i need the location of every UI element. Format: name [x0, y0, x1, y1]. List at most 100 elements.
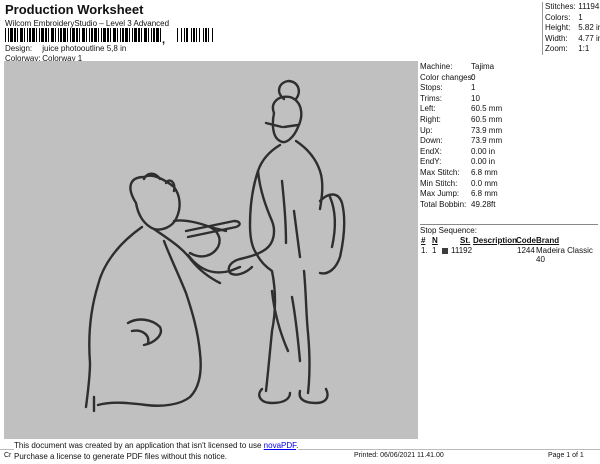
info-row-min-stitch: Min Stitch: 0.0 mm	[420, 178, 498, 188]
barcode-bar	[29, 28, 31, 42]
barcode-bar	[196, 28, 197, 42]
stop-sequence-table: # N St. Description Code Brand 1. 1 1119…	[421, 236, 597, 264]
stop-sequence-title: Stop Sequence:	[420, 224, 598, 235]
row-brand: Madeira Classic 40	[536, 246, 593, 264]
stat-stitches: Stitches: 11194	[545, 2, 600, 11]
barcode-bar	[120, 28, 121, 42]
page-title: Production Worksheet	[5, 2, 144, 17]
col-header-description: Description	[473, 236, 518, 245]
license-notice: This document was created by an applicat…	[14, 440, 299, 462]
barcode-bar	[17, 28, 18, 42]
info-row-color-changes: Color changes:0	[420, 72, 476, 82]
barcode-bar	[160, 28, 161, 42]
barcode-bar	[193, 28, 195, 42]
barcode-bar	[24, 28, 25, 42]
info-row-machine: Machine: Tajima	[420, 62, 495, 71]
info-row-endx: EndX: 0.00 in	[420, 146, 496, 156]
footer-left: Cr	[4, 452, 12, 459]
standing-figure	[227, 79, 346, 405]
barcode-bar	[110, 28, 111, 42]
table-row: 1. 1 11192 1244 Madeira Classic 40	[421, 246, 597, 264]
printed-date: Printed: 06/06/2021 11.41.00	[354, 452, 444, 459]
barcode-bar	[79, 28, 80, 42]
info-row-up: Up: 73.9 mm	[420, 125, 503, 135]
barcode-bar	[60, 28, 62, 42]
info-row-down: Down: 73.9 mm	[420, 136, 503, 146]
barcode-bar	[181, 28, 182, 42]
barcode-bar	[101, 28, 102, 42]
barcode-bar	[5, 28, 6, 42]
barcode-bar	[51, 28, 54, 42]
design-preview	[4, 61, 418, 439]
kneeling-figure	[84, 172, 242, 413]
row-n: 1	[432, 246, 437, 255]
barcode-bar	[125, 28, 128, 42]
col-header-brand: Brand	[536, 236, 560, 245]
stats-box: Stitches: 11194 Colors: 1 Height: 5.82 i…	[542, 2, 600, 55]
design-value: juice photooutline 5,8 in	[42, 44, 127, 53]
barcode-bar	[48, 28, 49, 42]
barcode-bar	[82, 28, 85, 42]
barcode-bar	[91, 28, 93, 42]
row-stitches: 11192	[451, 246, 473, 255]
info-row-right: Right: 60.5 mm	[420, 114, 503, 124]
barcode-bar	[205, 28, 207, 42]
barcode	[5, 28, 213, 42]
novapdf-link[interactable]: novaPDF	[264, 441, 296, 450]
barcode-bar	[98, 28, 99, 42]
barcode-bar	[86, 28, 87, 42]
barcode-bar	[144, 28, 147, 42]
barcode-bar	[138, 28, 140, 42]
barcode-bar	[67, 28, 68, 42]
barcode-bar	[8, 28, 9, 42]
barcode-bar	[186, 28, 188, 42]
barcode-bar	[153, 28, 155, 42]
design-label: Design:	[5, 44, 33, 53]
software-subtitle: Wilcom EmbroideryStudio – Level 3 Advanc…	[5, 19, 170, 28]
design-row: Design: juice photooutline 5,8 in	[5, 44, 126, 53]
col-header-st: St.	[460, 236, 471, 245]
info-row-max-jump: Max Jump: 6.8 mm	[420, 189, 498, 199]
barcode-bar	[76, 28, 78, 42]
stat-zoom: Zoom: 1:1	[545, 44, 590, 54]
barcode-bar	[129, 28, 130, 42]
barcode-bar	[63, 28, 66, 42]
barcode-bar	[184, 28, 185, 42]
stat-height: Height: 5.82 in	[545, 23, 600, 33]
barcode-bar	[27, 28, 28, 42]
info-row-total-bobbin: Total Bobbin: 49.28ft	[420, 199, 496, 209]
barcode-bar	[191, 28, 192, 42]
barcode-bar	[58, 28, 59, 42]
barcode-bar	[70, 28, 71, 42]
table-header: # N St. Description Code Brand	[421, 236, 597, 246]
machine-info-panel: Machine: Tajima Color changes:0 Stops: 1 T…	[420, 62, 598, 210]
barcode-bar	[212, 28, 213, 42]
barcode-bar	[177, 28, 178, 42]
barcode-bar	[32, 28, 35, 42]
col-header-n: N	[432, 236, 438, 245]
barcode-bar	[14, 28, 16, 42]
barcode-bar	[113, 28, 116, 42]
barcode-bar	[156, 28, 159, 42]
barcode-bar	[103, 28, 106, 42]
barcode-bar	[208, 28, 209, 42]
page-number: Page 1 of 1	[548, 452, 584, 459]
thread-color-swatch	[442, 248, 448, 254]
barcode-bar	[39, 28, 40, 42]
col-header-num: #	[421, 236, 426, 245]
barcode-bar	[10, 28, 13, 42]
barcode-bar	[199, 28, 200, 42]
barcode-bar	[94, 28, 97, 42]
stat-colors: Colors: 1	[545, 12, 583, 22]
barcode-bar	[41, 28, 44, 42]
info-row-trims: Trims: 10	[420, 93, 480, 103]
barcode-bar	[132, 28, 133, 42]
row-code: 1244	[517, 246, 535, 255]
barcode-bar	[20, 28, 23, 42]
barcode-bar	[45, 28, 47, 42]
info-row-endy: EndY: 0.00 in	[420, 157, 496, 167]
barcode-mark: ,	[162, 34, 166, 46]
barcode-bar	[203, 28, 204, 42]
barcode-bar	[36, 28, 37, 42]
barcode-bar	[89, 28, 90, 42]
